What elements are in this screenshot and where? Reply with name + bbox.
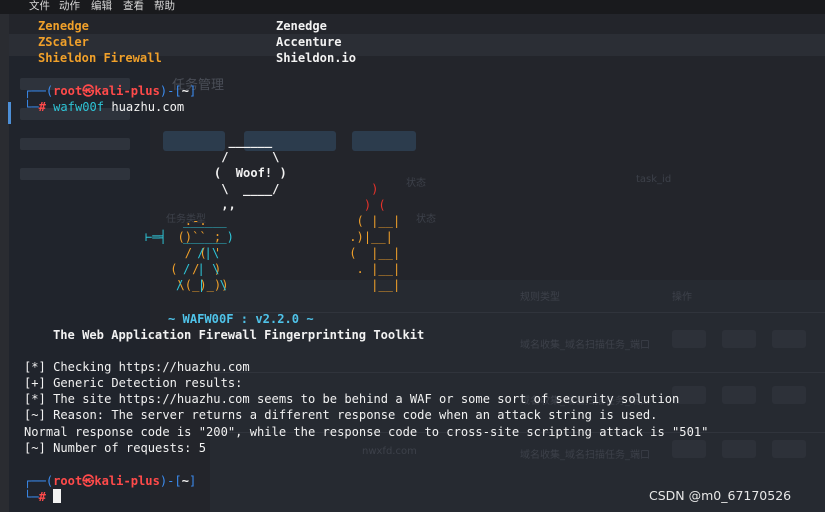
cannon-ascii: ______): [183, 230, 234, 244]
version-banner: ~ WAFW00F : v2.2.0 ~: [168, 312, 314, 326]
fire-ascii: ) (: [342, 198, 386, 212]
firewall-ascii: ( |__|: [342, 214, 401, 228]
command-program: wafw00f: [53, 100, 105, 114]
waf-list-vendor: Accenture: [276, 35, 342, 49]
window-left-edge: [0, 14, 9, 512]
csdn-watermark: CSDN @m0_67170526: [649, 488, 792, 503]
tripod-ascii: / | \: [183, 262, 220, 276]
output-line: [~] Reason: The server returns a differe…: [24, 408, 658, 422]
prompt-dir: ~: [181, 474, 189, 488]
prompt-frame: ┌──(: [24, 84, 54, 98]
prompt-frame: ]: [189, 474, 197, 488]
prompt-frame: ┌──(: [24, 474, 54, 488]
prompt-frame: )-[: [159, 84, 182, 98]
prompt-frame: ]: [189, 84, 197, 98]
waf-list-vendor: Zenedge: [276, 19, 327, 33]
output-line: [~] Number of requests: 5: [24, 441, 207, 455]
prompt-frame: )-[: [159, 474, 182, 488]
prompt-hash: #: [38, 100, 46, 114]
tripod-ascii: / | \: [176, 278, 227, 292]
firewall-ascii: .)|__|: [342, 230, 393, 244]
waf-list-item: Shieldon Firewall: [38, 51, 162, 65]
output-line: Normal response code is "200", while the…: [24, 425, 709, 439]
woof-bubble: ( Woof! ): [112, 166, 287, 180]
toolkit-subtitle: The Web Application Firewall Fingerprint…: [53, 328, 425, 342]
woof-bubble: / \: [112, 150, 280, 164]
command-line: └─# wafw00f huazhu.com: [24, 99, 184, 115]
leash-ascii: ⊢═╡: [145, 230, 167, 244]
output-line: [*] The site https://huazhu.com seems to…: [24, 392, 680, 406]
woof-bubble: ______: [112, 134, 273, 148]
shell-prompt: ┌──(root㉿kali-plus)-[~]: [24, 473, 196, 489]
prompt-frame: └─: [24, 490, 39, 504]
firewall-ascii: . |__|: [342, 262, 401, 276]
prompt-frame: └─: [24, 100, 39, 114]
text-cursor: [53, 489, 62, 503]
terminal-output[interactable]: Zenedge ZScaler Shieldon Firewall Zenedg…: [10, 0, 825, 512]
fire-ascii: ): [342, 182, 379, 196]
waf-list-vendor: Shieldon.io: [276, 51, 357, 65]
woof-bubble: \ ____/: [112, 182, 280, 196]
firewall-ascii: ( |__|: [342, 246, 401, 260]
command-argument: huazhu.com: [104, 100, 185, 114]
output-line: [+] Generic Detection results:: [24, 376, 243, 390]
tripod-ascii: /|\: [190, 246, 220, 260]
waf-list-item: ZScaler: [38, 35, 89, 49]
output-line: [*] Checking https://huazhu.com: [24, 360, 250, 374]
woof-bubble: ,,: [112, 198, 236, 212]
prompt-user: root㉿kali-plus: [53, 474, 160, 488]
firewall-ascii: |__|: [342, 278, 401, 292]
prompt-hash: #: [38, 490, 46, 504]
waf-list-item: Zenedge: [38, 19, 89, 33]
shell-prompt: ┌──(root㉿kali-plus)-[~]: [24, 83, 196, 99]
prompt-user: root㉿kali-plus: [53, 84, 160, 98]
command-input-line[interactable]: └─#: [24, 489, 62, 505]
prompt-dir: ~: [181, 84, 189, 98]
cannon-ascii: ______: [183, 214, 227, 228]
